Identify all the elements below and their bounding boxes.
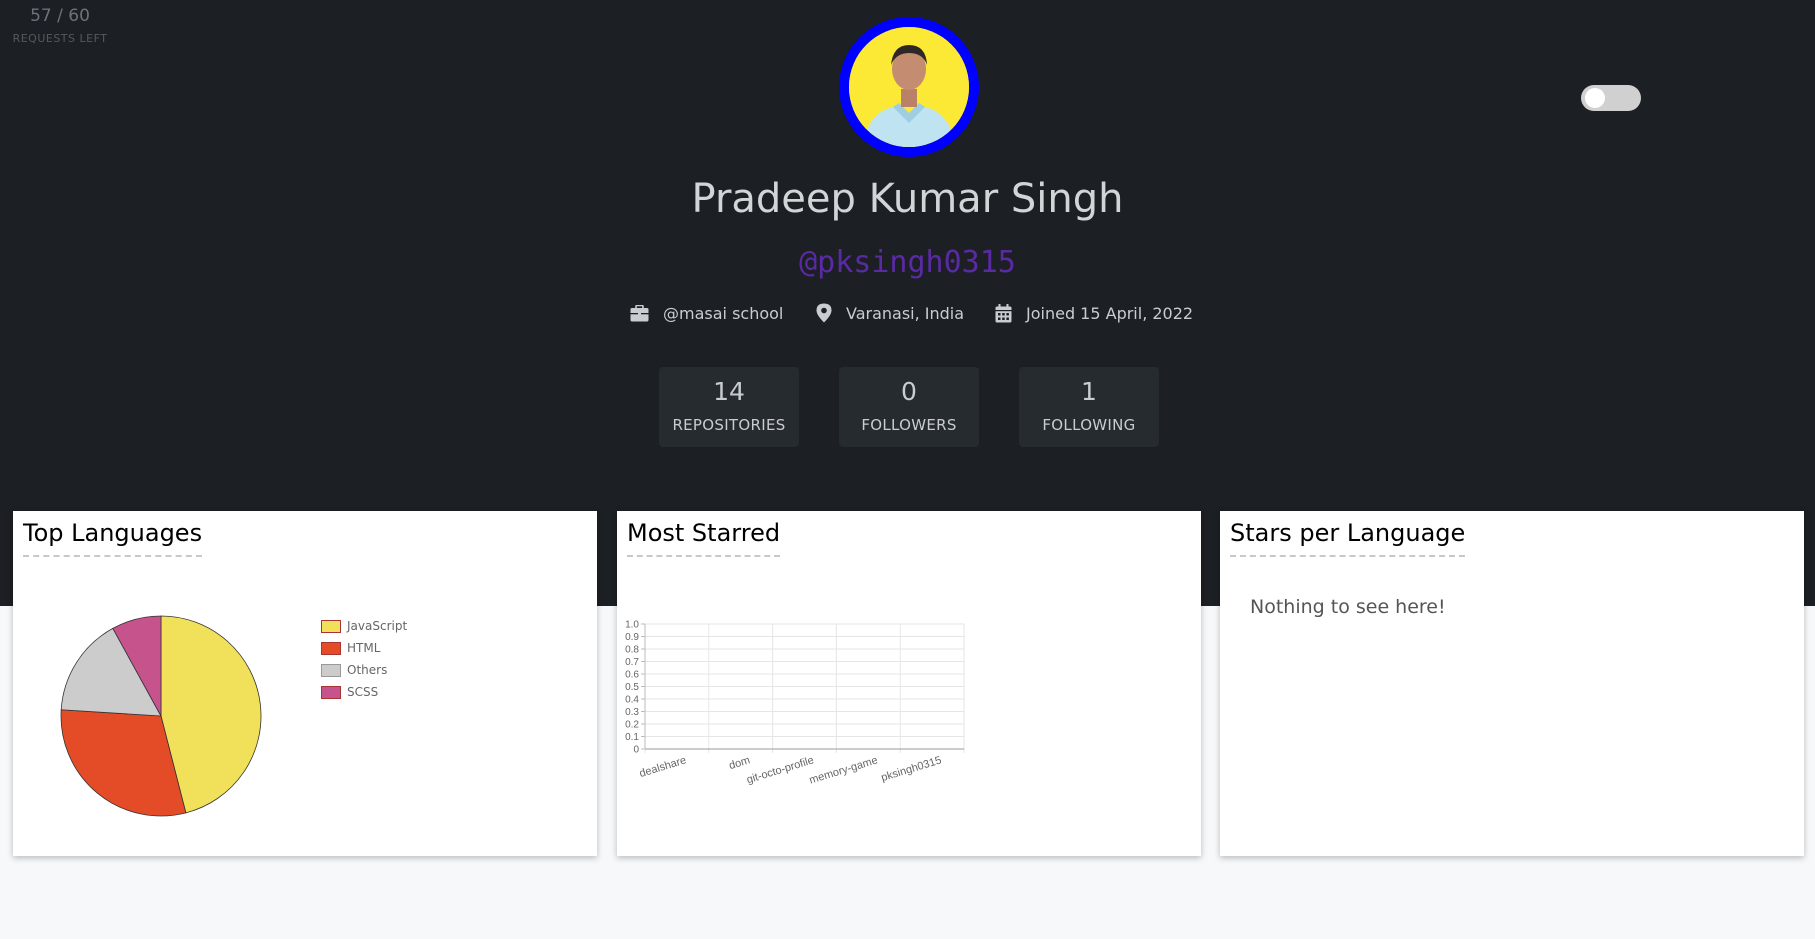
stat-label: FOLLOWERS [861,416,957,434]
y-tick-label: 0.7 [625,657,639,668]
legend-item[interactable]: JavaScript [321,615,407,637]
stars-per-language-card: Stars per Language Nothing to see here! [1220,511,1804,856]
x-tick-label: memory-game [808,754,879,786]
top-languages-card: Top Languages JavaScript HTML Others SCSS [13,511,597,856]
card-title: Stars per Language [1230,519,1466,557]
stat-following: 1 FOLLOWING [1019,367,1159,447]
x-tick-label: git-octo-profile [745,754,815,786]
x-tick-label: pksingh0315 [880,754,943,784]
top-languages-pie-chart [60,615,262,817]
y-tick-label: 0.3 [625,707,639,718]
company-info: @masai school [630,300,783,326]
y-tick-label: 0.9 [625,632,639,643]
legend-label: HTML [347,641,381,655]
y-tick-label: 0.6 [625,670,639,681]
legend-swatch [321,685,341,699]
rate-limit-label: REQUESTS LEFT [12,32,108,45]
y-tick-label: 0.5 [625,682,639,693]
y-tick-label: 0.1 [625,732,639,743]
x-tick-label: dom [728,754,752,772]
legend-label: SCSS [347,685,379,699]
y-tick-label: 0 [633,745,639,756]
stat-followers: 0 FOLLOWERS [839,367,979,447]
legend-item[interactable]: HTML [321,637,407,659]
rate-limit-count: 57 / 60 [30,6,90,26]
legend-swatch [321,663,341,677]
y-tick-label: 0.2 [625,720,639,731]
y-tick-label: 0.4 [625,695,639,706]
legend-swatch [321,619,341,633]
legend-item[interactable]: Others [321,659,407,681]
map-pin-icon [816,303,832,323]
profile-login[interactable]: @pksingh0315 [0,245,1815,280]
legend-label: Others [347,663,388,677]
legend-swatch [321,641,341,655]
company-text: @masai school [663,303,784,323]
legend-item[interactable]: SCSS [321,681,407,703]
avatar [839,17,979,157]
joined-info: Joined 15 April, 2022 [995,300,1193,326]
location-info: Varanasi, India [816,300,964,326]
y-tick-label: 0.8 [625,645,639,656]
stat-label: REPOSITORIES [672,416,786,434]
theme-toggle-knob[interactable] [1585,88,1605,108]
stat-value: 0 [901,377,917,406]
stat-value: 1 [1081,377,1097,406]
y-tick-label: 1.0 [625,620,639,631]
stat-repositories: 14 REPOSITORIES [659,367,799,447]
card-title: Most Starred [627,519,781,557]
pie-legend: JavaScript HTML Others SCSS [321,615,407,703]
theme-toggle[interactable] [1581,85,1641,111]
most-starred-card: Most Starred 0 0.1 0.2 0.3 0.4 0.5 0.6 0.7 0.8 0.… [617,511,1201,856]
location-text: Varanasi, India [846,303,965,323]
card-title: Top Languages [23,519,203,557]
legend-label: JavaScript [347,619,408,633]
empty-state-text: Nothing to see here! [1250,596,1446,618]
stat-value: 14 [713,377,745,406]
joined-text: Joined 15 April, 2022 [1026,303,1194,323]
calendar-icon [995,303,1012,322]
rate-limit: 57 / 60 REQUESTS LEFT [0,6,120,45]
avatar-image [849,27,969,147]
x-tick-label: dealshare [638,754,688,780]
stat-label: FOLLOWING [1042,416,1136,434]
profile-name: Pradeep Kumar Singh [691,176,1124,222]
briefcase-icon [630,304,649,321]
most-starred-bar-chart: 0 0.10.2 0.30.4 0.50.6 0.70.8 0.91.0 dealshare… [625,620,965,787]
